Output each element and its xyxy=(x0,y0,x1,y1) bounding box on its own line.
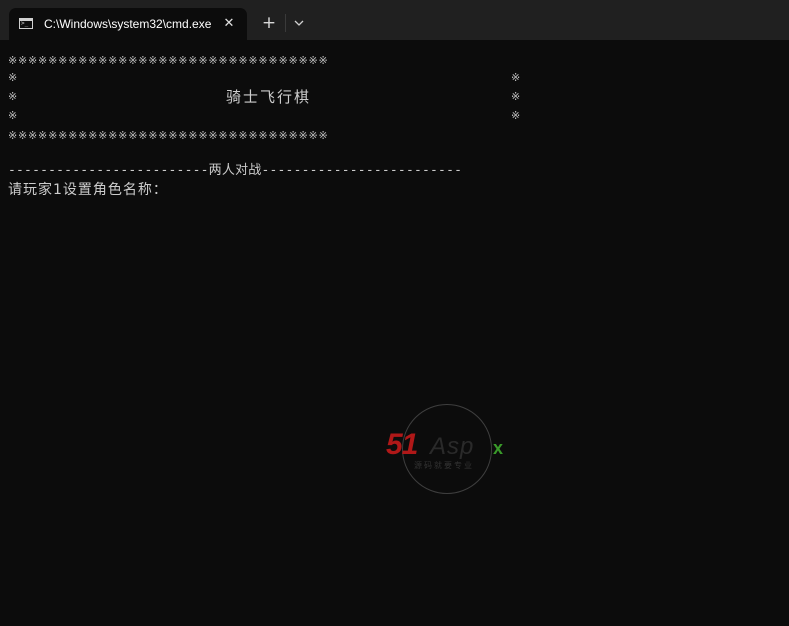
cmd-icon xyxy=(19,18,33,29)
watermark-brand-text: Asp xyxy=(430,433,475,460)
close-icon[interactable]: ✕ xyxy=(219,14,239,34)
watermark-subtitle: 源码就要专业 xyxy=(414,461,474,470)
chevron-down-icon[interactable] xyxy=(290,13,308,33)
side-mark-right-1: ※ xyxy=(511,71,521,84)
game-title: 骑士飞行棋 xyxy=(226,88,312,106)
border-line-top: ※※※※※※※※※※※※※※※※※※※※※※※※※※※※※※※※ xyxy=(8,54,329,67)
border-line-bottom: ※※※※※※※※※※※※※※※※※※※※※※※※※※※※※※※※ xyxy=(8,129,329,142)
tab-title: C:\Windows\system32\cmd.exe xyxy=(44,17,212,31)
title-bar: C:\Windows\system32\cmd.exe ✕ + xyxy=(0,0,789,40)
side-mark-left-1: ※ xyxy=(8,71,18,84)
side-mark-right-2: ※ xyxy=(511,90,521,103)
terminal-tab[interactable]: C:\Windows\system32\cmd.exe ✕ xyxy=(9,8,247,40)
plus-icon[interactable]: + xyxy=(258,12,280,34)
watermark-brand-x: x xyxy=(493,438,504,458)
tab-divider xyxy=(285,14,286,32)
side-mark-left-3: ※ xyxy=(8,109,18,122)
watermark-brand-number: 51 xyxy=(386,428,418,461)
side-mark-right-3: ※ xyxy=(511,109,521,122)
name-prompt: 请玩家1设置角色名称： xyxy=(8,182,168,198)
watermark-logo: 51 Asp x 源码就要专业 xyxy=(386,402,516,497)
side-mark-left-2: ※ xyxy=(8,90,18,103)
console-output[interactable]: ※※※※※※※※※※※※※※※※※※※※※※※※※※※※※※※※ ※ ※ ※ 骑… xyxy=(0,40,789,626)
mode-line: -------------------------两人对战-----------… xyxy=(8,163,463,178)
